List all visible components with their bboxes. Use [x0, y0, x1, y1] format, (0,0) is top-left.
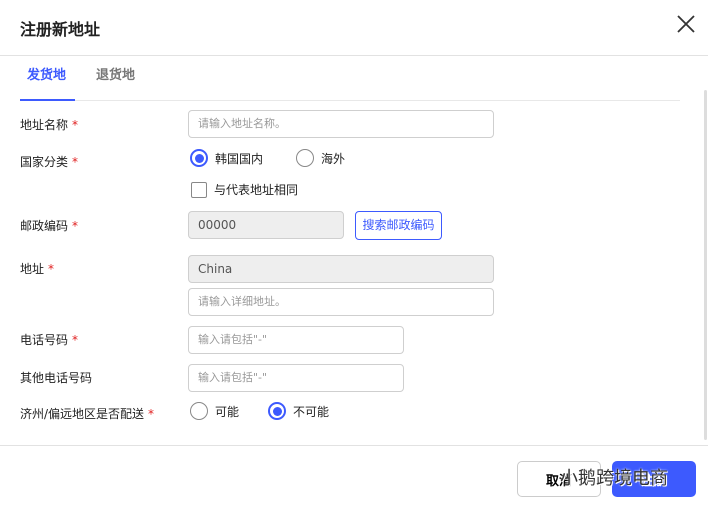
radio-selected-icon	[190, 149, 208, 167]
tab-shipping[interactable]: 发货地	[20, 64, 75, 101]
address-input: China	[188, 255, 494, 283]
remote-delivery-label: 济州/偏远地区是否配送 *	[20, 407, 155, 421]
scrollbar[interactable]	[704, 90, 707, 440]
address-detail-input[interactable]: 请输入详细地址。	[188, 288, 494, 316]
radio-unselected-icon	[296, 149, 314, 167]
tab-bar: 发货地 退货地	[20, 56, 680, 101]
other-phone-label: 其他电话号码	[20, 371, 93, 385]
checkbox-label: 与代表地址相同	[214, 183, 299, 197]
dialog-title: 注册新地址	[20, 20, 101, 39]
checkbox-icon	[191, 181, 207, 198]
search-postal-code-button[interactable]: 搜索邮政编码	[355, 211, 442, 240]
submit-button[interactable]: 注册	[612, 461, 696, 497]
same-as-main-checkbox[interactable]: 与代表地址相同	[191, 181, 298, 198]
postal-code-input: 00000	[188, 211, 344, 239]
radio-label: 不可能	[293, 404, 330, 419]
radio-label: 可能	[215, 404, 240, 419]
radio-domestic[interactable]: 韩国国内	[190, 149, 263, 167]
tab-return[interactable]: 退货地	[88, 64, 143, 101]
dialog-footer	[0, 445, 708, 507]
country-type-label: 国家分类 *	[20, 155, 79, 169]
other-phone-input[interactable]: 输入请包括"-"	[188, 364, 404, 392]
phone-label: 电话号码 *	[20, 333, 79, 347]
radio-label: 海外	[321, 151, 346, 166]
address-name-input[interactable]: 请输入地址名称。	[188, 110, 494, 138]
radio-label: 韩国国内	[215, 151, 264, 166]
cancel-button[interactable]: 取消	[517, 461, 601, 497]
address-label: 地址 *	[20, 262, 55, 276]
dialog-header: 注册新地址	[0, 0, 708, 56]
address-name-label: 地址名称 *	[20, 118, 79, 132]
radio-impossible[interactable]: 不可能	[268, 402, 329, 420]
radio-selected-icon	[268, 402, 286, 420]
close-icon[interactable]	[674, 12, 698, 36]
radio-unselected-icon	[190, 402, 208, 420]
phone-input[interactable]: 输入请包括"-"	[188, 326, 404, 354]
radio-overseas[interactable]: 海外	[296, 149, 345, 167]
radio-possible[interactable]: 可能	[190, 402, 239, 420]
postal-code-label: 邮政编码 *	[20, 219, 79, 233]
